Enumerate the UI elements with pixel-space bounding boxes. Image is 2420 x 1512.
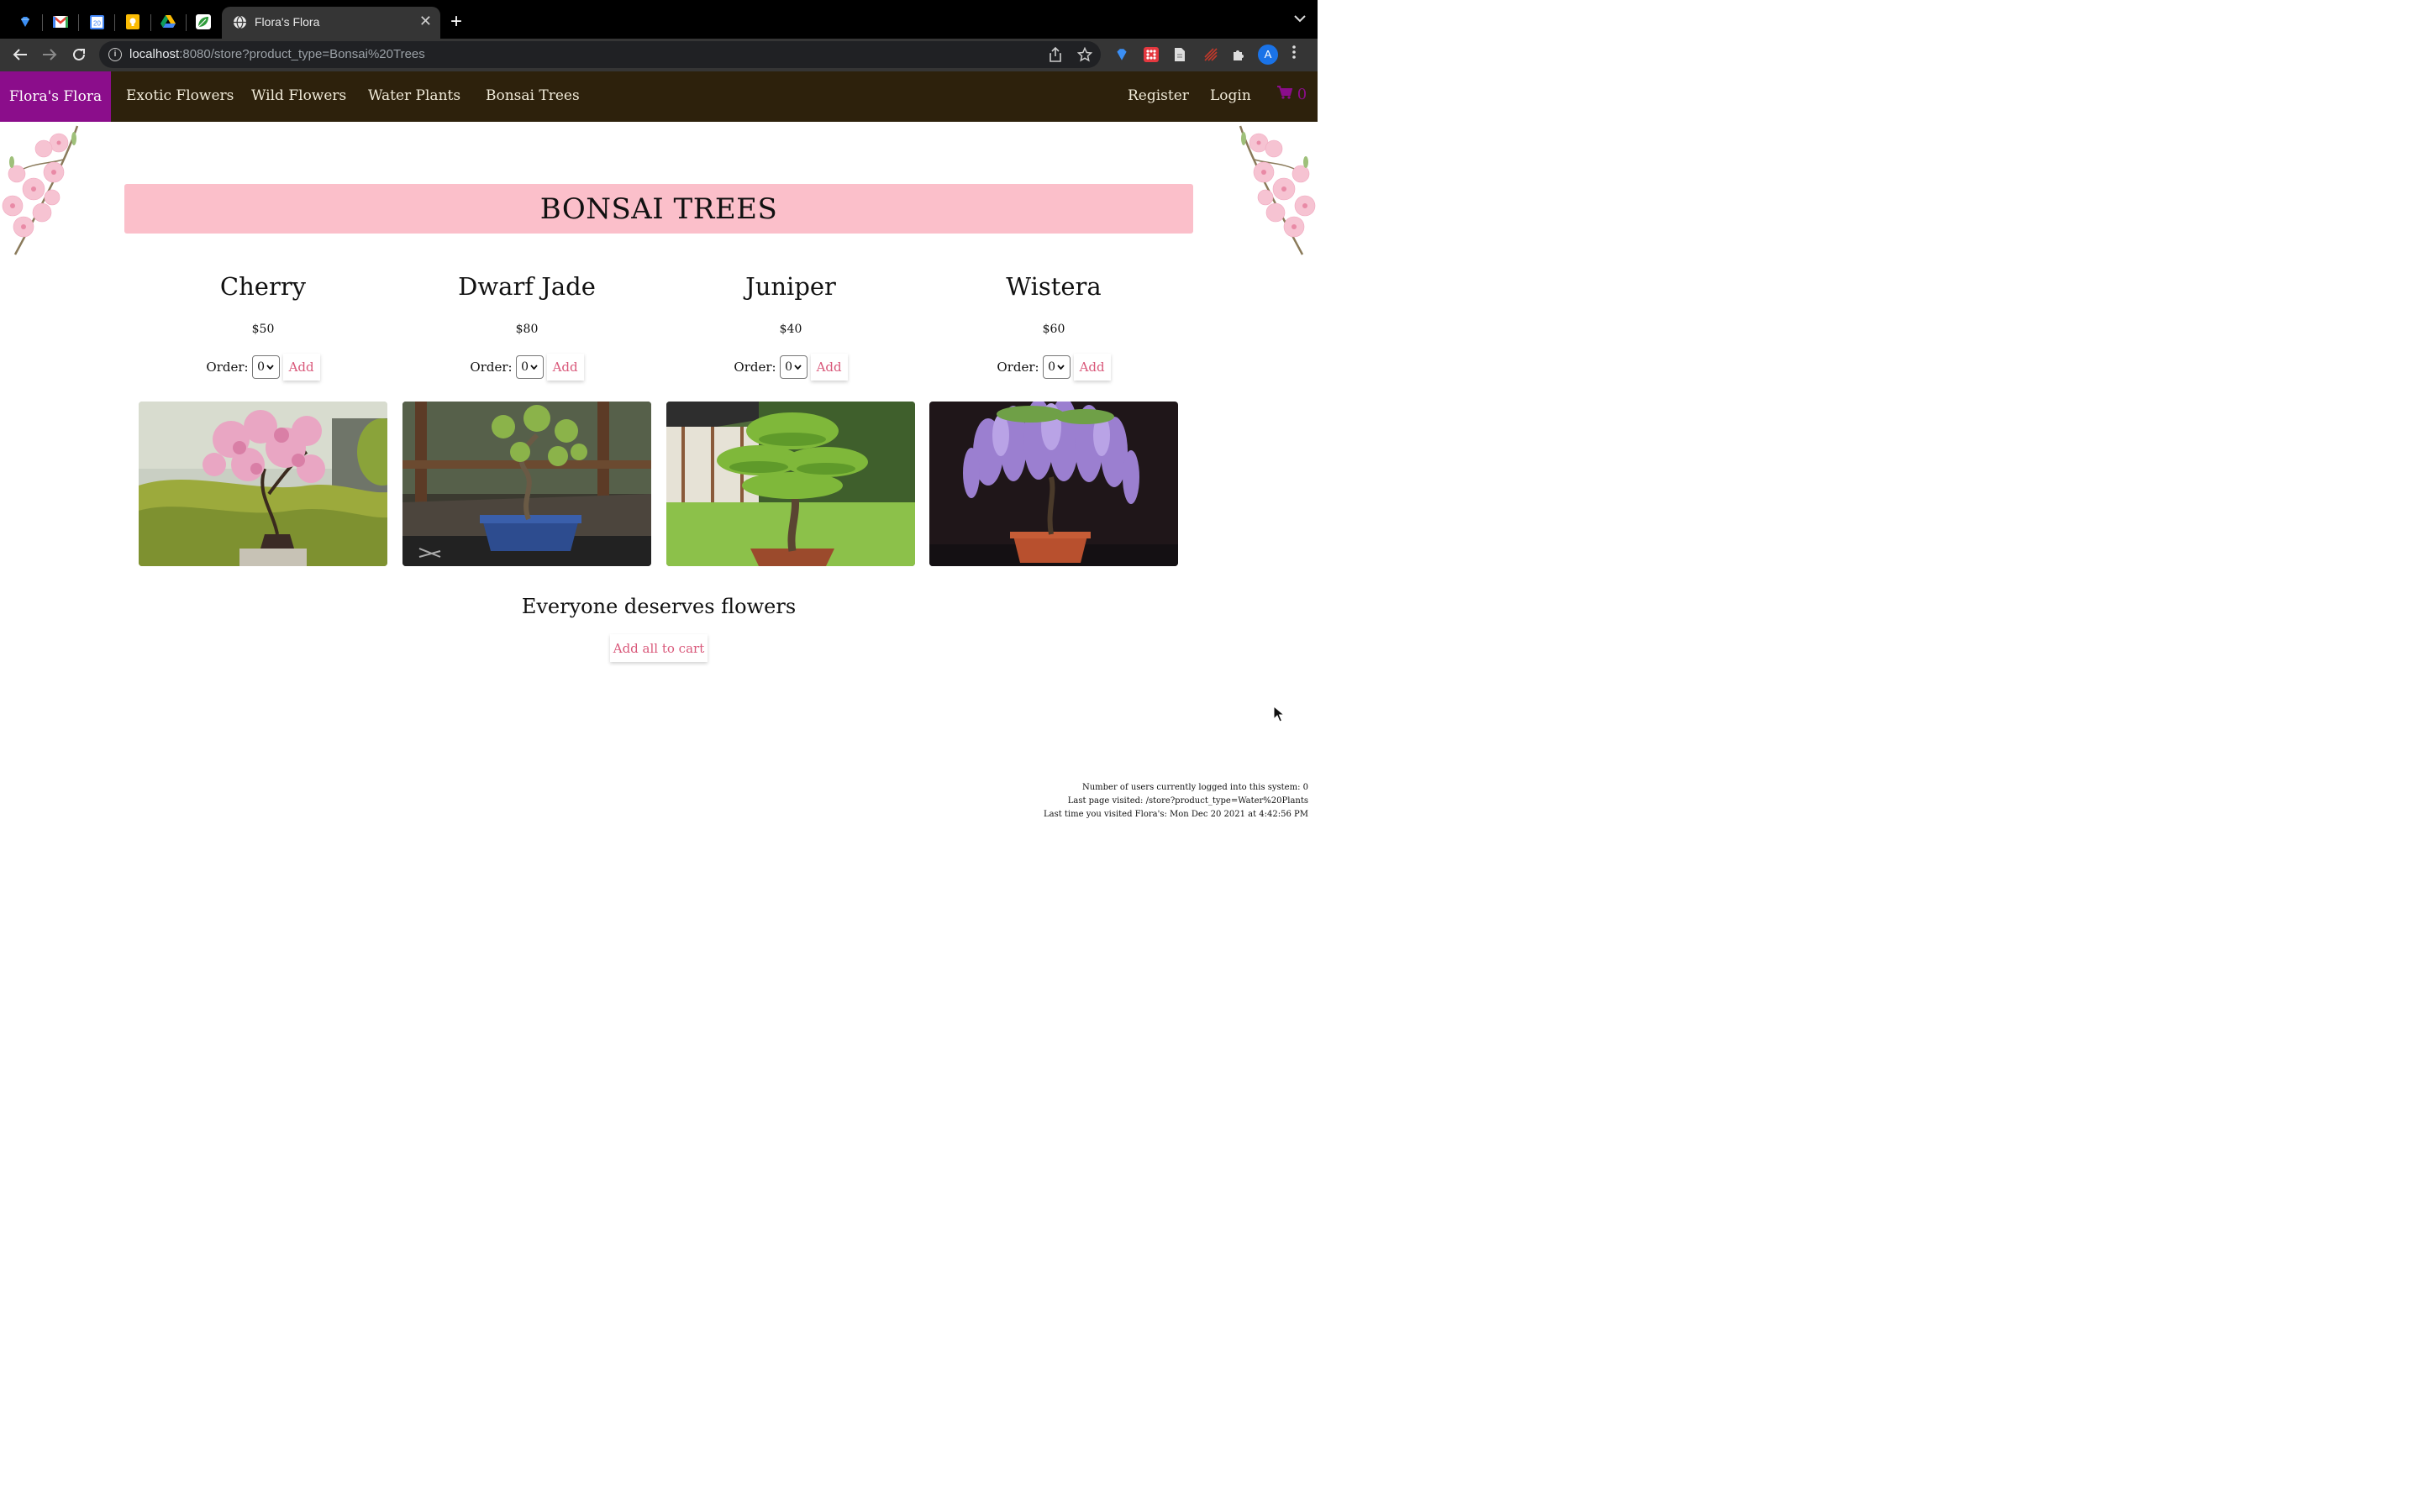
cherry-blossom-decoration-right (1239, 125, 1316, 255)
close-tab-icon[interactable]: ✕ (419, 13, 432, 30)
site-info-icon[interactable]: i (108, 48, 122, 61)
nav-wild-flowers[interactable]: Wild Flowers (251, 87, 346, 104)
reload-icon[interactable] (68, 45, 90, 65)
order-row: Order: 0 Add (666, 353, 915, 381)
diamond-icon[interactable] (14, 11, 36, 33)
mouse-cursor-icon (1273, 706, 1285, 722)
cart-count: 0 (1297, 86, 1307, 103)
address-bar[interactable]: i localhost:8080/store?product_type=Bons… (99, 41, 1101, 68)
quantity-value: 0 (1048, 360, 1056, 374)
url-path: :8080/store?product_type=Bonsai%20Trees (179, 47, 425, 61)
calendar-date-text: 20 (93, 19, 101, 27)
browser-tab-strip: 20 Flora's Flora ✕ + (0, 0, 1318, 39)
wisteria-bonsai-photo (929, 402, 1178, 566)
back-icon[interactable] (9, 45, 31, 65)
product-card-juniper: Juniper $40 Order: 0 Add (666, 267, 915, 566)
bookmark-star-icon[interactable] (1076, 46, 1093, 66)
tab-separator (150, 14, 151, 31)
login-link[interactable]: Login (1210, 87, 1251, 104)
order-row: Order: 0 Add (929, 353, 1178, 381)
address-url: localhost:8080/store?product_type=Bonsai… (129, 47, 425, 61)
globe-icon (234, 15, 246, 29)
order-row: Order: 0 Add (139, 353, 387, 381)
product-price: $40 (779, 323, 802, 336)
nav-bonsai-trees[interactable]: Bonsai Trees (486, 87, 580, 104)
add-button[interactable]: Add (546, 354, 584, 381)
document-extension-icon[interactable] (1173, 47, 1188, 62)
product-price: $50 (251, 323, 275, 336)
chevron-down-icon (530, 365, 538, 370)
leaf-icon[interactable] (192, 11, 214, 33)
session-info-footer: Number of users currently logged into th… (1044, 781, 1308, 822)
quantity-select[interactable]: 0 (1042, 355, 1071, 379)
drive-icon[interactable] (157, 11, 179, 33)
active-tab[interactable]: Flora's Flora ✕ (222, 7, 440, 39)
users-logged-in-text: Number of users currently logged into th… (1081, 783, 1308, 792)
page-title: BONSAI TREES (539, 192, 778, 226)
add-button[interactable]: Add (282, 354, 320, 381)
active-tab-title: Flora's Flora (255, 15, 320, 29)
cart-icon (1277, 86, 1293, 99)
quantity-value: 0 (521, 360, 529, 374)
grid-extension-icon[interactable] (1144, 47, 1159, 62)
diamond-extension-icon[interactable] (1114, 47, 1129, 62)
order-label: Order: (206, 360, 249, 375)
browser-toolbar: i localhost:8080/store?product_type=Bons… (0, 39, 1318, 71)
add-button[interactable]: Add (1073, 354, 1111, 381)
nav-water-plants[interactable]: Water Plants (368, 87, 460, 104)
category-banner: BONSAI TREES (124, 184, 1193, 234)
product-name: Juniper (745, 272, 836, 301)
quantity-select[interactable]: 0 (515, 355, 544, 379)
profile-avatar[interactable]: A (1258, 45, 1278, 65)
nav-exotic-flowers[interactable]: Exotic Flowers (126, 87, 234, 104)
cherry-blossom-decoration-left (2, 125, 79, 255)
register-link[interactable]: Register (1128, 87, 1189, 104)
last-page-visited-text: Last page visited: /store?product_type=W… (1067, 796, 1308, 806)
order-label: Order: (997, 360, 1039, 375)
keep-icon[interactable] (122, 11, 144, 33)
cherry-bonsai-photo (139, 402, 387, 566)
product-name: Dwarf Jade (458, 272, 596, 301)
chevron-down-icon (266, 365, 274, 370)
tab-separator (114, 14, 115, 31)
order-label: Order: (734, 360, 776, 375)
add-button[interactable]: Add (810, 354, 848, 381)
product-card-wistera: Wistera $60 Order: 0 Add (929, 267, 1178, 566)
dwarf-jade-bonsai-photo (402, 402, 651, 566)
puzzle-extensions-icon[interactable] (1231, 47, 1246, 62)
chevron-down-icon (1057, 365, 1065, 370)
order-row: Order: 0 Add (402, 353, 651, 381)
add-all-to-cart-button[interactable]: Add all to cart (610, 634, 708, 662)
quantity-select[interactable]: 0 (779, 355, 808, 379)
browser-menu-icon[interactable] (1292, 45, 1297, 64)
quantity-value: 0 (257, 360, 266, 374)
order-label: Order: (470, 360, 513, 375)
tab-separator (42, 14, 43, 31)
last-visit-time-text: Last time you visited Flora's: Mon Dec 2… (1043, 810, 1308, 819)
product-card-dwarf-jade: Dwarf Jade $80 Order: 0 Add (402, 267, 651, 566)
product-price: $80 (515, 323, 539, 336)
gmail-icon[interactable] (50, 11, 71, 33)
share-icon[interactable] (1049, 46, 1062, 66)
striped-extension-icon[interactable] (1203, 47, 1218, 62)
url-host: localhost (129, 47, 180, 61)
chevron-down-icon (794, 365, 802, 370)
new-tab-icon[interactable]: + (450, 10, 462, 34)
cart-link[interactable]: 0 (1277, 86, 1307, 103)
juniper-bonsai-photo (666, 402, 915, 566)
product-name: Cherry (219, 272, 307, 301)
forward-icon[interactable] (39, 45, 60, 65)
tab-search-chevron-icon[interactable] (1294, 12, 1306, 27)
quantity-select[interactable]: 0 (251, 355, 280, 379)
quantity-value: 0 (785, 360, 793, 374)
product-card-cherry: Cherry $50 Order: 0 Add (139, 267, 387, 566)
tagline: Everyone deserves flowers (521, 595, 797, 618)
brand-link[interactable]: Flora's Flora (0, 71, 111, 122)
tab-separator (186, 14, 187, 31)
site-navbar: Flora's Flora Exotic Flowers Wild Flower… (0, 71, 1318, 122)
product-name: Wistera (1006, 272, 1102, 301)
tab-separator (78, 14, 79, 31)
product-price: $60 (1042, 323, 1065, 336)
calendar-icon[interactable]: 20 (86, 11, 108, 33)
